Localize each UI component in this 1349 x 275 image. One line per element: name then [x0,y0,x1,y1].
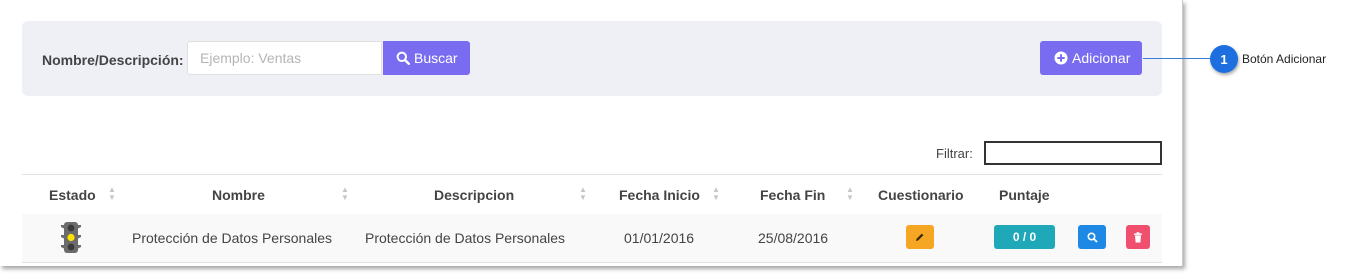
header-cuestionario: Cuestionario [878,187,964,203]
callout-number: 1 [1210,45,1238,73]
pencil-icon [916,233,924,241]
header-nombre[interactable]: Nombre [212,187,265,203]
plus-circle-icon [1054,51,1068,65]
header-descripcion[interactable]: Descripcion [434,187,514,203]
sort-icon: ▲ ▼ [108,185,116,202]
table-row: Protección de Datos Personales Protecció… [22,214,1162,263]
cell-fecha-inicio: 01/01/2016 [624,230,695,246]
header-fecha-fin[interactable]: Fecha Fin [760,187,825,203]
cell-descripcion: Protección de Datos Personales [365,230,565,246]
header-estado[interactable]: Estado [49,187,96,203]
filter-label: Filtrar: [936,146,973,161]
edit-questionnaire-button[interactable] [906,225,934,249]
main-panel: Nombre/Descripción: Buscar Adicionar Fil… [0,0,1183,266]
sort-icon: ▲ ▼ [341,185,349,202]
header-puntaje: Puntaje [999,187,1050,203]
search-panel: Nombre/Descripción: Buscar Adicionar [22,21,1162,96]
search-button-label: Buscar [414,50,458,66]
filter-input[interactable] [984,141,1162,165]
cell-fecha-fin: 25/08/2016 [758,230,829,246]
cell-nombre: Protección de Datos Personales [132,230,332,246]
search-label: Nombre/Descripción: [42,52,184,68]
add-button[interactable]: Adicionar [1040,41,1142,75]
traffic-light-icon [61,222,81,253]
sort-icon: ▲ ▼ [846,185,854,202]
trash-icon [1134,231,1142,242]
callout-text: Botón Adicionar [1242,52,1327,66]
sort-icon: ▲ ▼ [579,185,587,202]
table-header: Estado ▲ ▼ Nombre ▲ ▼ Descripcion ▲ ▼ Fecha… [22,174,1162,215]
score-badge[interactable]: 0 / 0 [994,225,1055,249]
callout-connector [1143,58,1215,59]
add-button-label: Adicionar [1072,50,1131,66]
search-button[interactable]: Buscar [383,41,470,75]
search-input[interactable] [187,41,382,75]
zoom-icon [1086,231,1098,243]
header-fecha-inicio[interactable]: Fecha Inicio [619,187,700,203]
search-icon [396,51,410,65]
sort-icon: ▲ ▼ [712,185,720,202]
delete-button[interactable] [1126,225,1150,249]
view-button[interactable] [1078,225,1106,249]
